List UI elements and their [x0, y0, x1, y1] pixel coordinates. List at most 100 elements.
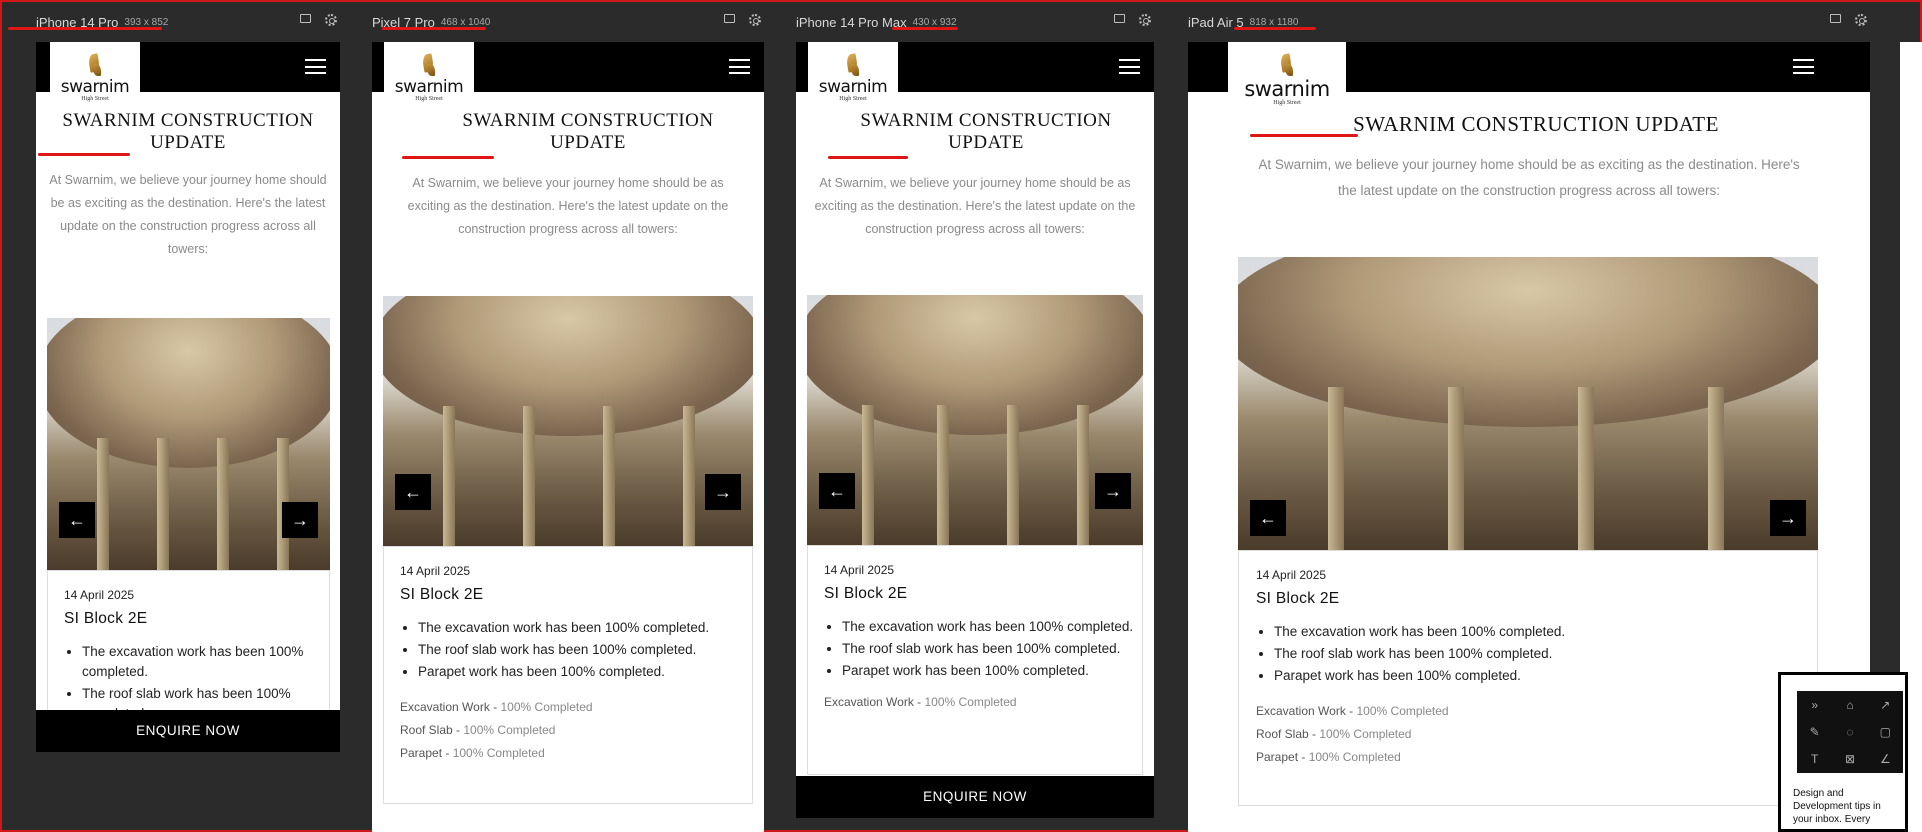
- device-name: iPhone 14 Pro Max: [796, 14, 907, 30]
- update-card-content: 14 April 2025 SI Block 2E The excavation…: [64, 588, 314, 726]
- window-icon[interactable]: [1114, 14, 1125, 23]
- list-item: The excavation work has been 100% comple…: [1274, 622, 1796, 642]
- home-icon[interactable]: ⌂: [1846, 698, 1853, 712]
- block-title: SI Block 2E: [400, 586, 484, 603]
- arrow-left-icon[interactable]: ←: [59, 502, 95, 538]
- page-title: SWARNIM CONSTRUCTION UPDATE: [1353, 112, 1719, 136]
- arrow-left-icon[interactable]: ←: [395, 474, 431, 510]
- status-list: Excavation Work - 100% Completed Roof Sl…: [400, 696, 740, 765]
- status-value: 100% Completed: [463, 723, 556, 737]
- device-frame-ipadair5: swarnim High Street SWARNIM CONSTRUCTION…: [1188, 42, 1870, 832]
- device-frame-pixel7pro: swarnim High Street SWARNIM CONSTRUCTION…: [372, 42, 764, 832]
- arrow-right-icon[interactable]: →: [282, 502, 318, 538]
- construction-photo: ← →: [47, 318, 330, 570]
- status-label: Roof Slab -: [400, 723, 461, 737]
- status-value: 100% Completed: [452, 746, 545, 760]
- arrow-right-icon[interactable]: →: [705, 474, 741, 510]
- logo-swirl-icon: [1277, 52, 1297, 78]
- update-card-content: 14 April 2025 SI Block 2E The excavation…: [824, 563, 1134, 714]
- window-icon[interactable]: [1830, 14, 1841, 23]
- gear-icon[interactable]: [325, 14, 337, 26]
- annotation-underline: [1234, 27, 1316, 30]
- enquire-now-button[interactable]: ENQUIRE NOW: [796, 776, 1154, 818]
- update-card-content: 14 April 2025 SI Block 2E The excavation…: [400, 564, 740, 765]
- page-title: SWARNIM CONSTRUCTION UPDATE: [62, 110, 314, 153]
- site-logo[interactable]: swarnim High Street: [50, 42, 140, 112]
- annotation-underline: [402, 156, 494, 159]
- list-item: Parapet work has been 100% completed.: [1274, 666, 1796, 686]
- update-date: 14 April 2025: [400, 564, 471, 578]
- device-controls: [300, 14, 337, 26]
- tool-grid: » ⌂ ↗ ✎ ◌ ▢ T ⊠ ∠: [1797, 691, 1903, 773]
- status-row: Roof Slab - 100% Completed: [1256, 723, 1796, 746]
- list-item: Parapet work has been 100% completed.: [418, 662, 740, 682]
- logo-swirl-icon: [843, 52, 863, 78]
- annotation-underline: [892, 27, 958, 30]
- block-title: SI Block 2E: [824, 585, 908, 602]
- status-value: 100% Completed: [924, 695, 1017, 709]
- progress-list: The excavation work has been 100% comple…: [824, 617, 1134, 681]
- window-icon[interactable]: [300, 14, 311, 23]
- gear-icon[interactable]: [1855, 14, 1867, 26]
- construction-photo: ← →: [383, 296, 753, 546]
- status-value: 100% Completed: [1308, 750, 1401, 764]
- menu-icon[interactable]: [1119, 59, 1140, 74]
- expand-icon[interactable]: »: [1811, 698, 1818, 712]
- lasso-icon[interactable]: ◌: [1846, 725, 1853, 739]
- pen-icon[interactable]: ✎: [1810, 725, 1820, 739]
- list-item: The roof slab work has been 100% complet…: [418, 640, 740, 660]
- angle-icon[interactable]: ∠: [1880, 752, 1891, 766]
- dome-structure: [807, 295, 1143, 435]
- status-value: 100% Completed: [1356, 704, 1449, 718]
- gear-icon[interactable]: [1139, 14, 1151, 26]
- site-logo[interactable]: swarnim High Street: [384, 42, 474, 112]
- update-date: 14 April 2025: [1256, 568, 1327, 582]
- status-label: Excavation Work -: [824, 695, 922, 709]
- list-item: The excavation work has been 100% comple…: [82, 642, 314, 682]
- tips-widget[interactable]: » ⌂ ↗ ✎ ◌ ▢ T ⊠ ∠ Design and Development…: [1778, 672, 1908, 832]
- site-header: swarnim High Street: [372, 42, 764, 112]
- status-list: Excavation Work - 100% Completed: [824, 691, 1134, 714]
- device-frame-iphone14pro: swarnim High Street SWARNIM CONSTRUCTION…: [36, 42, 340, 752]
- block-title: SI Block 2E: [64, 610, 148, 627]
- status-row: Excavation Work - 100% Completed: [400, 696, 740, 719]
- logo-brand: swarnim: [1244, 77, 1330, 101]
- arrow-left-icon[interactable]: ←: [1250, 500, 1286, 536]
- annotation-underline: [38, 153, 130, 156]
- site-header: swarnim High Street: [796, 42, 1154, 112]
- arrow-left-icon[interactable]: ←: [819, 473, 855, 509]
- device-dimensions: 393 x 852: [124, 16, 169, 28]
- logo-swirl-icon: [419, 52, 439, 78]
- construction-photo: ← →: [807, 295, 1143, 545]
- device-controls: [1114, 14, 1151, 26]
- logo-swirl-icon: [85, 52, 105, 78]
- logo-brand: swarnim: [60, 77, 130, 97]
- text-icon[interactable]: T: [1811, 752, 1818, 766]
- status-value: 100% Completed: [1319, 727, 1412, 741]
- cursor-icon[interactable]: ↗: [1880, 698, 1890, 712]
- block-title: SI Block 2E: [1256, 590, 1340, 607]
- tips-text: Design and Development tips in your inbo…: [1793, 788, 1881, 825]
- gear-icon[interactable]: [749, 14, 761, 26]
- arrow-right-icon[interactable]: →: [1095, 473, 1131, 509]
- page-title: SWARNIM CONSTRUCTION UPDATE: [860, 110, 1112, 153]
- menu-icon[interactable]: [305, 59, 326, 74]
- arrow-right-icon[interactable]: →: [1770, 500, 1806, 536]
- menu-icon[interactable]: [729, 59, 750, 74]
- enquire-now-button[interactable]: ENQUIRE NOW: [36, 710, 340, 752]
- menu-icon[interactable]: [1793, 59, 1814, 74]
- annotation-underline: [1250, 134, 1358, 137]
- intro-text: At Swarnim, we believe your journey home…: [814, 176, 1136, 236]
- crop-icon[interactable]: ⊠: [1845, 752, 1855, 766]
- site-header: swarnim High Street: [36, 42, 340, 112]
- construction-photo: ← →: [1238, 257, 1818, 550]
- list-item: The roof slab work has been 100% complet…: [1274, 644, 1796, 664]
- page-icon[interactable]: ▢: [1880, 725, 1891, 739]
- annotation-underline: [382, 27, 486, 30]
- status-row: Excavation Work - 100% Completed: [824, 691, 1134, 714]
- site-logo[interactable]: swarnim High Street: [808, 42, 898, 112]
- status-row: Roof Slab - 100% Completed: [400, 719, 740, 742]
- window-icon[interactable]: [724, 14, 735, 23]
- site-header: swarnim High Street: [1188, 42, 1870, 124]
- progress-list: The excavation work has been 100% comple…: [400, 618, 740, 682]
